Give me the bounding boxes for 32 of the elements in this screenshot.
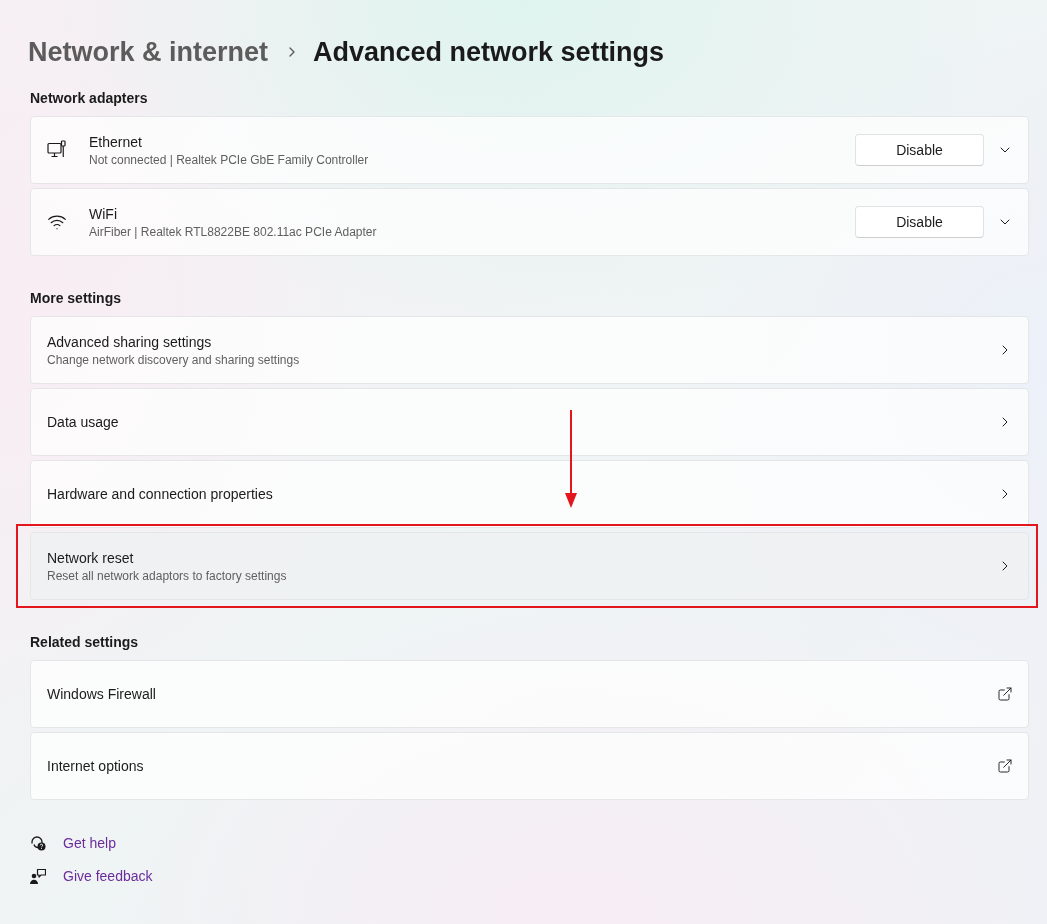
setting-description: Reset all network adaptors to factory settings (47, 568, 288, 584)
external-link-icon (997, 686, 1013, 702)
settings-card[interactable]: Advanced sharing settings Change network discovery and sharing settings (30, 316, 1029, 384)
footer-link[interactable]: Give feedback (63, 868, 153, 884)
settings-card[interactable]: Windows Firewall (30, 660, 1029, 728)
footer-link[interactable]: Get help (63, 835, 116, 851)
disable-button[interactable]: Disable (855, 134, 984, 166)
section-heading: Related settings (30, 633, 140, 652)
section-heading: Network adapters (30, 89, 149, 108)
setting-title: Advanced sharing settings (47, 333, 213, 352)
section-heading: More settings (30, 289, 122, 308)
settings-card[interactable]: Network reset Reset all network adaptors to factory settings (30, 532, 1029, 600)
adapter-name: WiFi (89, 205, 118, 224)
settings-card[interactable]: Data usage (30, 388, 1029, 456)
adapter-description: AirFiber | Realtek RTL8822BE 802.11ac PCIe Adapter (89, 224, 378, 240)
setting-title: Internet options (47, 757, 145, 776)
external-link-icon (997, 758, 1013, 774)
disable-button[interactable]: Disable (855, 206, 984, 238)
adapter-description: Not connected | Realtek PCIe GbE Family Controller (89, 152, 370, 168)
ethernet-icon (47, 140, 67, 160)
page-title: Advanced network settings (313, 36, 665, 68)
adapter-name: Ethernet (89, 133, 143, 152)
settings-card[interactable]: Internet options (30, 732, 1029, 800)
help-icon (30, 835, 46, 851)
setting-description: Change network discovery and sharing settings (47, 352, 301, 368)
feedback-icon (30, 868, 46, 884)
setting-title: Network reset (47, 549, 135, 568)
setting-title: Hardware and connection properties (47, 485, 274, 504)
setting-title: Windows Firewall (47, 685, 157, 704)
setting-title: Data usage (47, 413, 120, 432)
settings-card[interactable]: Hardware and connection properties (30, 460, 1029, 528)
breadcrumb-link[interactable]: Network & internet (28, 36, 269, 68)
